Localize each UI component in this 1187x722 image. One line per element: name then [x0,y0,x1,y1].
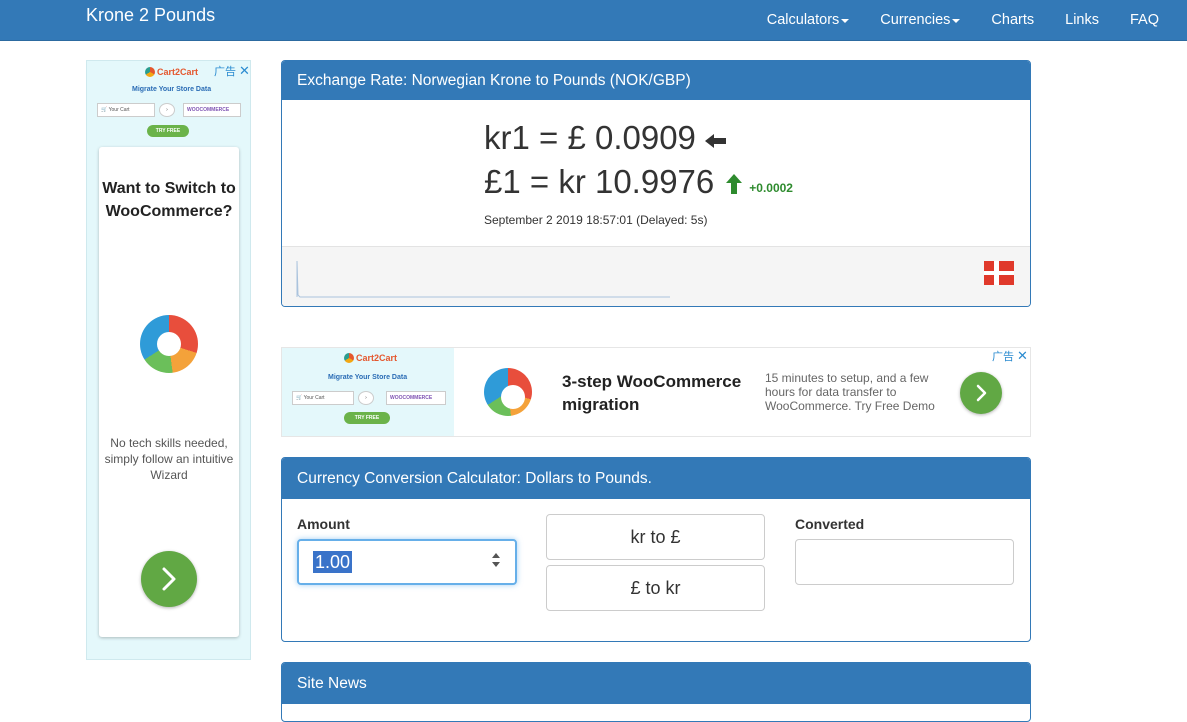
left-advertisement[interactable]: 广告 ✕ Cart2Cart Migrate Your Store Data 🛒 … [86,60,251,660]
target-cart-box: WOOCOMMERCE [386,391,446,405]
cart-icon: 🛒 [296,395,303,401]
ad-description: No tech skills needed, simply follow an … [104,436,234,482]
banner-headline: Migrate Your Store Data [132,86,212,93]
sparkline-strip [282,246,1030,306]
target-cart-box: WOOCOMMERCE [183,103,241,117]
converted-output-field[interactable] [795,539,1014,585]
chevron-right-icon [976,384,987,402]
try-free-button[interactable]: TRY FREE [147,125,189,137]
ad-description: 15 minutes to setup, and a few hours for… [765,371,935,413]
number-spinner[interactable] [491,552,501,572]
site-brand[interactable]: Krone 2 Pounds [86,5,215,26]
amount-value: 1.00 [313,551,353,573]
nav-item-label: Charts [991,12,1035,28]
cart2cart-logo: Cart2Cart [344,353,397,363]
target-label: WOOCOMMERCE [187,107,230,113]
mid-advertisement[interactable]: Cart2Cart Migrate Your Store Data 🛒 Your… [281,347,1031,437]
ad-title-line1: 3-step WooCommerce [562,372,742,391]
rate-nok-to-gbp: kr1 = £ 0.0909 [484,119,730,157]
ad-next-button[interactable] [960,372,1002,414]
arrow-right-icon: › [159,103,175,117]
nav-menu: Calculators Currencies Charts Links FAQ [736,0,1159,40]
close-icon[interactable]: ✕ [1017,348,1028,364]
rate1-text: kr1 = £ 0.0909 [484,119,696,156]
spinner-up-icon[interactable] [492,553,500,558]
site-news-heading: Site News [282,663,1030,704]
cart2cart-logo: Cart2Cart [145,67,198,77]
target-label: WOOCOMMERCE [390,395,433,401]
ad-mini-banner[interactable]: Cart2Cart Migrate Your Store Data 🛒 Your… [282,348,454,436]
converted-label: Converted [795,516,865,532]
rate-gbp-to-nok: £1 = kr 10.9976 +0.0002 [484,163,793,201]
cart-icon: 🛒 [101,107,108,113]
source-label: Your Cart [303,395,325,401]
ad-title: 3-step WooCommerce migration [562,370,741,416]
rate2-text: £1 = kr 10.9976 [484,163,715,200]
source-cart-box: 🛒 Your Cart [97,103,155,117]
logo-text: Cart2Cart [157,67,199,77]
amount-label: Amount [297,516,350,532]
pounds-to-krone-button[interactable]: £ to kr [546,565,765,611]
arrow-right-icon: › [358,391,374,405]
migration-logo-icon [484,368,532,416]
site-news-panel: Site News [281,662,1031,722]
cart2cart-logo-icon [145,67,155,77]
nav-item-label: FAQ [1129,12,1159,28]
exchange-rate-heading: Exchange Rate: Norwegian Krone to Pounds… [282,61,1030,100]
try-free-button[interactable]: TRY FREE [344,412,390,424]
banner-headline: Migrate Your Store Data [328,374,408,381]
spinner-down-icon[interactable] [492,562,500,567]
source-cart-box: 🛒 Your Cart [292,391,354,405]
nav-item-links[interactable]: Links [1065,12,1099,28]
nav-item-label: Calculators [766,12,840,28]
ad-title: Want to Switch to WooCommerce? [102,180,236,220]
sparkline-chart [296,260,670,298]
nav-item-calculators[interactable]: Calculators [767,12,850,28]
converter-heading: Currency Conversion Calculator: Dollars … [282,458,1030,499]
source-label: Your Cart [108,107,130,113]
caret-down-icon [952,19,961,23]
ad-card[interactable]: Want to Switch to WooCommerce? No tech s… [99,147,239,637]
nav-item-currencies[interactable]: Currencies [880,12,961,28]
arrow-up-icon [726,174,743,194]
logo-text: Cart2Cart [356,353,398,363]
ad-label: 广告 [992,351,1014,363]
top-navbar: Krone 2 Pounds Calculators Currencies Ch… [0,0,1187,41]
ad-choices[interactable]: 广告 ✕ [992,348,1028,364]
exchange-rate-panel: Exchange Rate: Norwegian Krone to Pounds… [281,60,1031,307]
migration-logo-icon [140,315,198,373]
arrow-left-icon [704,134,726,148]
cart2cart-logo-icon [344,353,354,363]
rate-timestamp: September 2 2019 18:57:01 (Delayed: 5s) [484,213,708,227]
ad-mini-banner[interactable]: Cart2Cart Migrate Your Store Data 🛒 Your… [95,65,245,141]
rate-change: +0.0002 [749,181,793,195]
nav-item-charts[interactable]: Charts [991,12,1034,28]
norway-flag-icon [984,261,1014,285]
nav-item-label: Currencies [880,12,951,28]
ad-title-line2: migration [562,395,640,414]
converter-panel: Currency Conversion Calculator: Dollars … [281,457,1031,642]
caret-down-icon [841,19,850,23]
amount-input[interactable]: 1.00 [297,539,517,585]
chevron-right-icon [162,567,176,591]
nav-item-faq[interactable]: FAQ [1130,12,1159,28]
krone-to-pounds-button[interactable]: kr to £ [546,514,765,560]
ad-next-button[interactable] [141,551,197,607]
nav-item-label: Links [1065,12,1099,28]
